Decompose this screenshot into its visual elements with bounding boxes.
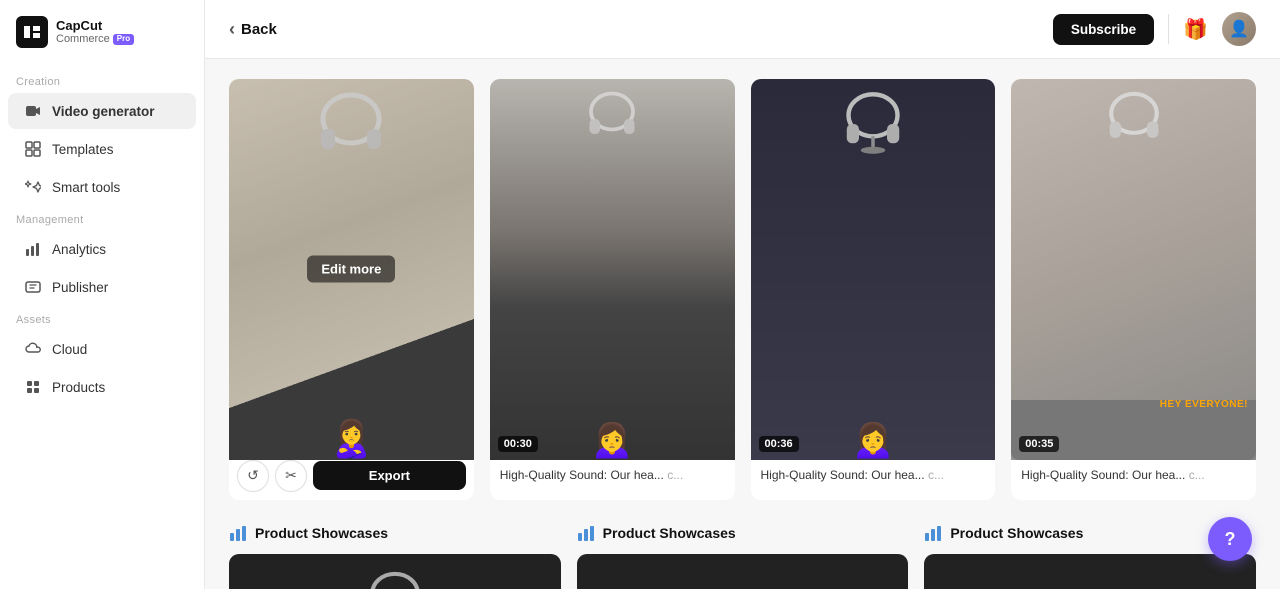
showcase-icon-1	[229, 524, 247, 542]
video-title-3: High-Quality Sound: Our hea... c...	[761, 468, 986, 482]
video-grid-top: 🙎‍♀️ Edit more ↺ ✂ Export	[229, 79, 1256, 500]
creation-section-label: Creation	[0, 68, 204, 92]
subscribe-button[interactable]: Subscribe	[1053, 14, 1154, 45]
sidebar-item-publisher[interactable]: Publisher	[8, 269, 196, 305]
templates-icon	[24, 140, 42, 158]
showcase-sections: Product Showcases	[229, 524, 1256, 589]
main-area: ‹ Back Subscribe 🎁 👤	[205, 0, 1280, 589]
showcase-icon-3	[924, 524, 942, 542]
avatar[interactable]: 👤	[1222, 12, 1256, 46]
pro-badge: Pro	[113, 34, 134, 45]
video-generator-icon	[24, 102, 42, 120]
showcase-header-3: Product Showcases	[924, 524, 1256, 542]
sidebar-label-video-generator: Video generator	[52, 104, 155, 119]
back-arrow-icon: ‹	[229, 19, 235, 40]
hey-badge: HEY EVERYONE!	[1160, 399, 1248, 410]
video-meta-3: High-Quality Sound: Our hea... c...	[751, 460, 996, 488]
back-button[interactable]: ‹ Back	[229, 19, 277, 40]
duration-badge-2: 00:30	[498, 436, 538, 452]
logo-subname: Commerce Pro	[56, 33, 134, 45]
showcase-card-3[interactable]	[924, 554, 1256, 589]
video-card-1-actions: ↺ ✂ Export	[229, 460, 474, 500]
showcase-section-3: Product Showcases	[924, 524, 1256, 589]
sidebar-item-products[interactable]: Products	[8, 369, 196, 405]
help-fab[interactable]: ?	[1208, 517, 1252, 561]
sidebar-label-smart-tools: Smart tools	[52, 180, 120, 195]
video-thumb-4: HEY EVERYONE! 00:35	[1011, 79, 1256, 460]
bar-chart-icon-3	[924, 524, 942, 542]
publisher-icon	[24, 278, 42, 296]
sidebar-item-cloud[interactable]: Cloud	[8, 331, 196, 367]
showcase-icon-2	[577, 524, 595, 542]
bar-chart-icon-1	[229, 524, 247, 542]
duration-badge-4: 00:35	[1019, 436, 1059, 452]
back-label: Back	[241, 21, 277, 38]
sidebar-label-templates: Templates	[52, 142, 114, 157]
showcase-card-1[interactable]	[229, 554, 561, 589]
video-thumb-2: 🙍‍♀️ 00:30	[490, 79, 735, 460]
video-meta-2: High-Quality Sound: Our hea... c...	[490, 460, 735, 488]
analytics-icon	[24, 240, 42, 258]
edit-more-overlay[interactable]: Edit more	[307, 256, 395, 283]
capcut-logo-icon	[16, 16, 48, 48]
headphone-dark-1	[362, 569, 427, 589]
cloud-icon	[24, 340, 42, 358]
smart-tools-icon	[24, 178, 42, 196]
logo-name: CapCut	[56, 19, 134, 33]
sidebar-label-products: Products	[52, 380, 105, 395]
video-card-2[interactable]: 🙍‍♀️ 00:30 High-Quality Sound: Our hea..…	[490, 79, 735, 500]
video-card-4[interactable]: HEY EVERYONE! 00:35 High-Quality Sound: …	[1011, 79, 1256, 500]
refresh-button-1[interactable]: ↺	[237, 460, 269, 492]
showcase-label-1: Product Showcases	[255, 525, 388, 541]
headphone-svg-2	[577, 89, 647, 149]
headphone-svg-1	[311, 89, 391, 169]
bar-chart-icon-2	[577, 524, 595, 542]
export-button-1[interactable]: Export	[313, 461, 466, 490]
video-title-4: High-Quality Sound: Our hea... c...	[1021, 468, 1246, 482]
headphone-svg-4	[1099, 89, 1169, 154]
sidebar-label-publisher: Publisher	[52, 280, 108, 295]
showcase-section-2: Product Showcases 👤	[577, 524, 909, 589]
cut-button-1[interactable]: ✂	[275, 460, 307, 492]
sidebar-item-templates[interactable]: Templates	[8, 131, 196, 167]
showcase-section-1: Product Showcases	[229, 524, 561, 589]
logo-area: CapCut Commerce Pro	[0, 16, 204, 68]
showcase-header-2: Product Showcases	[577, 524, 909, 542]
gift-icon[interactable]: 🎁	[1183, 17, 1208, 42]
assets-section-label: Assets	[0, 306, 204, 330]
page-header: ‹ Back Subscribe 🎁 👤	[205, 0, 1280, 59]
network-svg	[924, 554, 1256, 589]
sidebar: CapCut Commerce Pro Creation Video gener…	[0, 0, 205, 589]
header-divider	[1168, 14, 1169, 44]
showcase-header-1: Product Showcases	[229, 524, 561, 542]
sidebar-label-cloud: Cloud	[52, 342, 87, 357]
showcase-card-2[interactable]: 👤	[577, 554, 909, 589]
sidebar-item-video-generator[interactable]: Video generator	[8, 93, 196, 129]
products-icon	[24, 378, 42, 396]
showcase-label-3: Product Showcases	[950, 525, 1083, 541]
content-area: 🙎‍♀️ Edit more ↺ ✂ Export	[205, 59, 1280, 589]
video-thumb-1: 🙎‍♀️ Edit more	[229, 79, 474, 460]
video-card-1[interactable]: 🙎‍♀️ Edit more ↺ ✂ Export	[229, 79, 474, 500]
showcase-label-2: Product Showcases	[603, 525, 736, 541]
header-right: Subscribe 🎁 👤	[1053, 12, 1256, 46]
duration-badge-3: 00:36	[759, 436, 799, 452]
sidebar-item-smart-tools[interactable]: Smart tools	[8, 169, 196, 205]
sidebar-label-analytics: Analytics	[52, 242, 106, 257]
video-meta-4: High-Quality Sound: Our hea... c...	[1011, 460, 1256, 488]
video-title-2: High-Quality Sound: Our hea... c...	[500, 468, 725, 482]
person-3: 🙍‍♀️	[850, 418, 895, 460]
video-thumb-3: 🙍‍♀️ 00:36	[751, 79, 996, 460]
video-card-3[interactable]: 🙍‍♀️ 00:36 High-Quality Sound: Our hea..…	[751, 79, 996, 500]
person-silhouette-1: 🙎‍♀️	[229, 418, 474, 460]
management-section-label: Management	[0, 206, 204, 230]
person-2: 🙍‍♀️	[590, 418, 635, 460]
sidebar-item-analytics[interactable]: Analytics	[8, 231, 196, 267]
headphone-svg-3	[835, 89, 910, 159]
logo-text: CapCut Commerce Pro	[56, 19, 134, 45]
